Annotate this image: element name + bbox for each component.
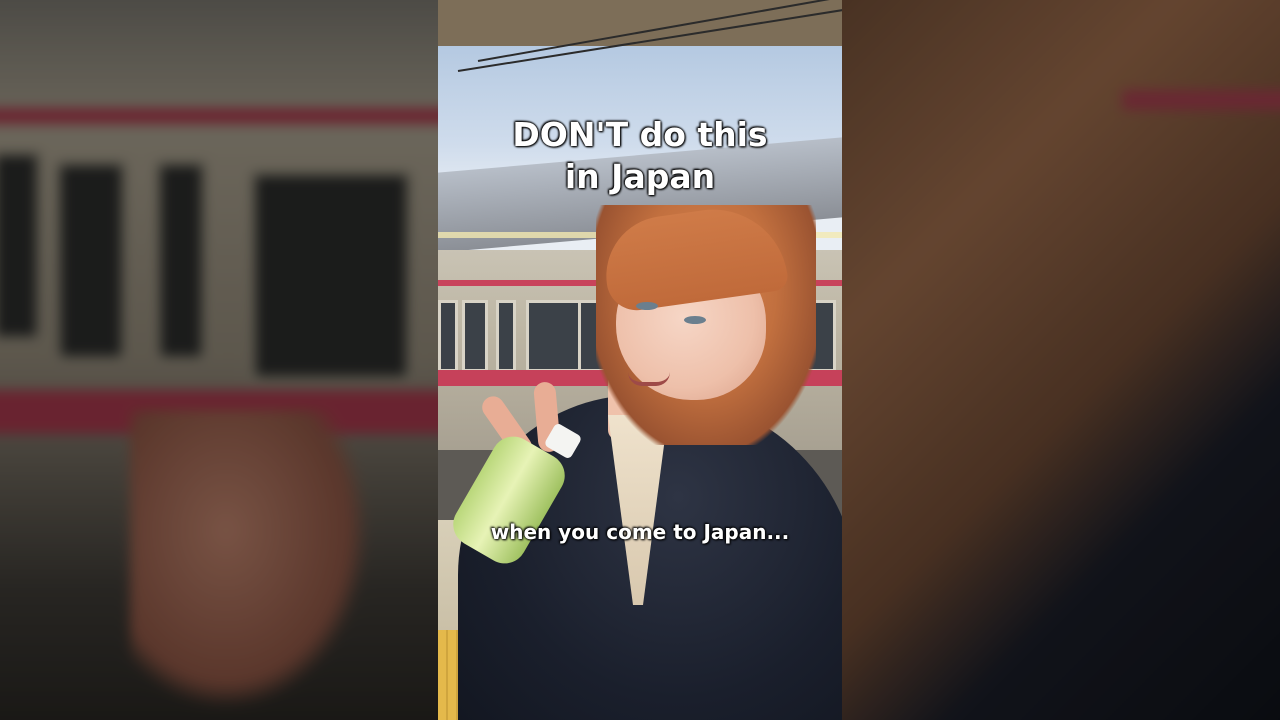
person-eye	[636, 302, 658, 310]
video-title-caption: DON'T do this in Japan	[438, 114, 842, 198]
title-line-1: DON'T do this	[512, 115, 768, 154]
video-subtitle: when you come to Japan...	[490, 520, 790, 544]
person-eye	[684, 316, 706, 324]
train-window	[496, 300, 516, 372]
train-window	[438, 300, 458, 372]
blurred-background-left	[0, 0, 438, 720]
video-frame[interactable]: DON'T do this in Japan when you come to …	[438, 0, 842, 720]
blurred-background-right	[842, 0, 1280, 720]
train-window	[526, 300, 582, 372]
title-line-2: in Japan	[564, 157, 716, 196]
train-window	[462, 300, 488, 372]
